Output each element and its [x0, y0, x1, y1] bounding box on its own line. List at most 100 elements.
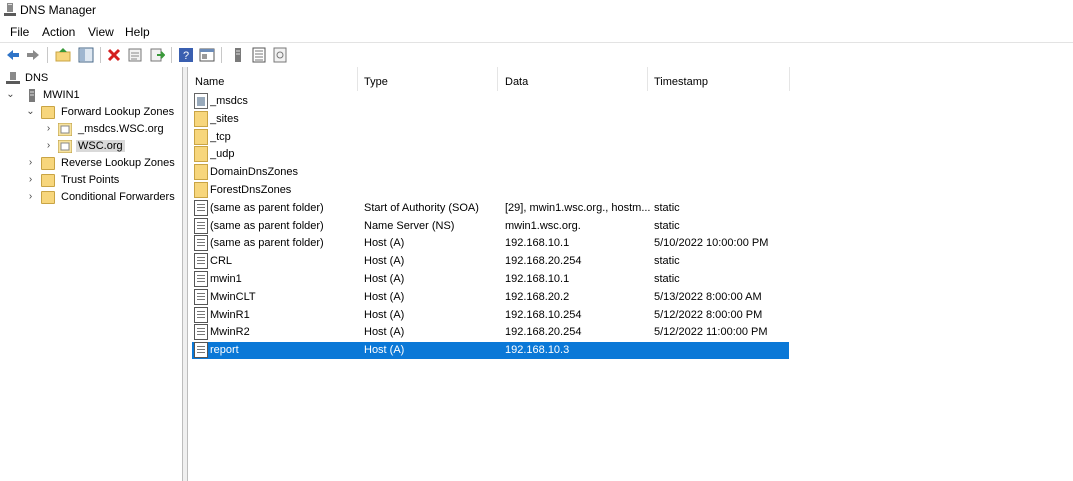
- tree-item-forward-lookup-zones[interactable]: ⌄ Forward Lookup Zones: [6, 105, 176, 122]
- cell-data: 192.168.10.254: [505, 308, 582, 321]
- table-row[interactable]: (same as parent folder) Name Server (NS) m…: [192, 217, 789, 235]
- cell-timestamp: static: [654, 219, 680, 232]
- folder-icon: [41, 174, 55, 187]
- properties-icon[interactable]: [127, 47, 143, 63]
- server-icon: [29, 89, 35, 102]
- tree-item-dns[interactable]: DNS: [6, 71, 176, 88]
- table-row[interactable]: _tcp: [192, 128, 789, 146]
- tree-label: _msdcs.WSC.org: [78, 123, 164, 135]
- tree-item-mwin1[interactable]: ⌄ MWIN1: [6, 88, 176, 105]
- chevron-right-icon[interactable]: ›: [26, 174, 35, 185]
- delete-icon[interactable]: [106, 47, 122, 63]
- folder-icon: [194, 146, 208, 163]
- column-header-timestamp[interactable]: Timestamp: [647, 67, 790, 91]
- records-list: Name Type Data Timestamp _msdcs _sites _tc…: [188, 67, 1073, 481]
- toolbar: ?: [0, 42, 1073, 68]
- cell-timestamp: static: [654, 273, 680, 285]
- cell-type: Host (A): [364, 344, 405, 357]
- column-header-label: Type: [364, 76, 388, 88]
- cell-timestamp: 5/12/2022 11:00:00 PM: [654, 326, 768, 339]
- zone-icon: [58, 140, 72, 153]
- cell-timestamp: static: [654, 201, 680, 214]
- column-header-type[interactable]: Type: [357, 67, 498, 91]
- window-title: DNS Manager: [20, 3, 97, 17]
- record-icon: [194, 217, 208, 234]
- column-header-label: Name: [195, 76, 225, 88]
- table-row[interactable]: mwin1 Host (A) 192.168.10.1 static: [192, 271, 789, 288]
- tree-label: Conditional Forwarders: [61, 191, 175, 203]
- menu-file[interactable]: File: [10, 25, 29, 39]
- cell-data: [29], mwin1.wsc.org., hostm...: [505, 201, 650, 214]
- cell-name: (same as parent folder): [210, 219, 324, 232]
- table-row[interactable]: _sites: [192, 110, 789, 128]
- export-list-icon[interactable]: [149, 47, 165, 63]
- table-row[interactable]: _msdcs: [192, 93, 789, 110]
- chevron-down-icon[interactable]: ⌄: [26, 106, 35, 117]
- dns-icon: [6, 72, 20, 84]
- help-icon[interactable]: ?: [178, 47, 194, 63]
- folder-icon: [194, 128, 208, 145]
- cell-name: DomainDnsZones: [210, 166, 299, 179]
- cell-type: Host (A): [364, 255, 405, 268]
- tree-item-conditional-forwarders[interactable]: › Conditional Forwarders: [6, 190, 182, 207]
- cell-name: mwin1: [210, 273, 242, 285]
- cell-name: CRL: [210, 255, 233, 268]
- cell-data: 192.168.20.2: [505, 290, 570, 303]
- cell-data: 192.168.10.1: [505, 273, 570, 285]
- msdcs-icon: [194, 93, 208, 109]
- table-row[interactable]: MwinR2 Host (A) 192.168.20.254 5/12/2022 11…: [192, 324, 789, 341]
- chevron-right-icon[interactable]: ›: [44, 140, 53, 151]
- column-header-label: Timestamp: [654, 76, 708, 88]
- folder-icon: [41, 106, 55, 119]
- table-row[interactable]: MwinCLT Host (A) 192.168.20.2 5/13/2022 8:0…: [192, 288, 789, 306]
- tree-label: WSC.org: [76, 140, 125, 152]
- table-row[interactable]: DomainDnsZones: [192, 164, 789, 181]
- table-row[interactable]: CRL Host (A) 192.168.20.254 static: [192, 253, 789, 270]
- table-row[interactable]: report Host (A) 192.168.10.3: [192, 342, 789, 360]
- record-list-icon[interactable]: [251, 47, 267, 63]
- cell-name: report: [210, 344, 239, 357]
- tree-item-msdcs-zone[interactable]: › _msdcs.WSC.org: [6, 122, 176, 139]
- cell-data: 192.168.20.254: [505, 326, 582, 339]
- cell-data: mwin1.wsc.org.: [505, 219, 581, 232]
- cell-name: MwinR2: [210, 326, 250, 339]
- menu-bar: File Action View Help: [0, 22, 1073, 41]
- cell-data: 192.168.20.254: [505, 255, 582, 268]
- chevron-right-icon[interactable]: ›: [26, 191, 35, 202]
- show-hide-tree-icon[interactable]: [78, 47, 94, 63]
- record-icon: [194, 271, 208, 287]
- server-icon[interactable]: [230, 47, 246, 63]
- chevron-right-icon[interactable]: ›: [44, 123, 53, 134]
- table-row[interactable]: (same as parent folder) Host (A) 192.168.1…: [192, 235, 789, 252]
- tree-label: DNS: [25, 72, 49, 84]
- table-row[interactable]: (same as parent folder) Start of Authorit…: [192, 199, 789, 217]
- tree-item-wsc-zone[interactable]: › WSC.org: [6, 139, 176, 156]
- cell-data: 192.168.10.1: [505, 237, 570, 250]
- forward-icon[interactable]: [25, 47, 41, 63]
- toolbar-separator: [221, 47, 222, 63]
- console-icon[interactable]: [199, 47, 215, 63]
- folder-icon: [41, 157, 55, 170]
- tree-item-trust-points[interactable]: › Trust Points: [6, 173, 176, 190]
- tree-label: Forward Lookup Zones: [61, 106, 175, 118]
- record-icon: [194, 199, 208, 216]
- chevron-down-icon[interactable]: ⌄: [6, 89, 15, 100]
- cell-type: Host (A): [364, 273, 405, 285]
- up-folder-icon[interactable]: [55, 47, 71, 63]
- table-row[interactable]: _udp: [192, 146, 789, 163]
- tree-item-reverse-lookup-zones[interactable]: › Reverse Lookup Zones: [6, 156, 176, 173]
- chevron-right-icon[interactable]: ›: [26, 157, 35, 168]
- menu-action[interactable]: Action: [42, 25, 75, 39]
- folder-icon: [41, 191, 55, 204]
- column-header-data[interactable]: Data: [498, 67, 648, 91]
- table-row[interactable]: MwinR1 Host (A) 192.168.10.254 5/12/2022 8:…: [192, 306, 789, 324]
- menu-help[interactable]: Help: [125, 25, 150, 39]
- back-icon[interactable]: [5, 47, 21, 63]
- refresh-icon[interactable]: [272, 47, 288, 63]
- cell-type: Name Server (NS): [364, 219, 455, 232]
- record-icon: [194, 253, 208, 270]
- menu-view[interactable]: View: [88, 25, 114, 39]
- tree-label: MWIN1: [43, 89, 80, 101]
- column-header-name[interactable]: Name: [188, 67, 358, 91]
- table-row[interactable]: ForestDnsZones: [192, 182, 789, 199]
